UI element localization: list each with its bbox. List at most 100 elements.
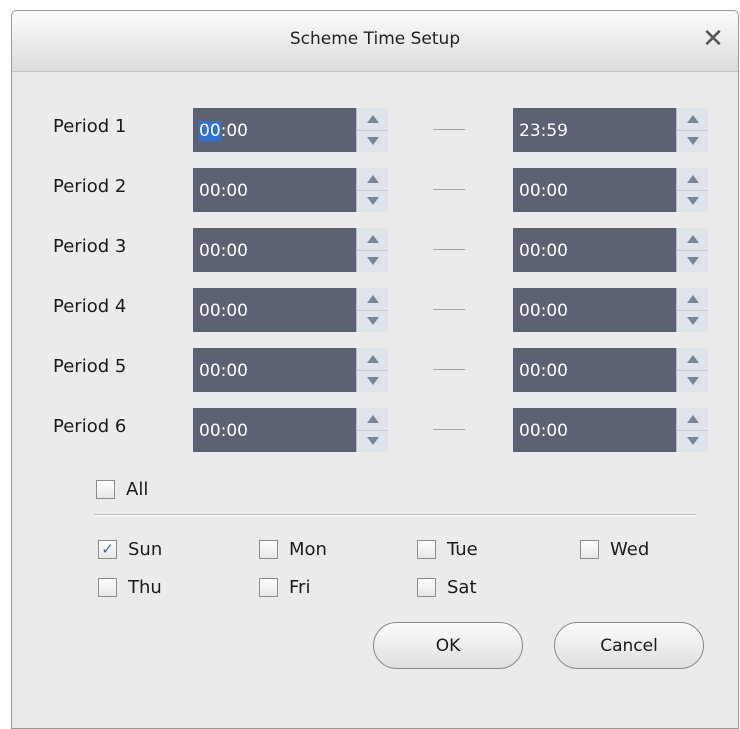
selected-hours: 00: [199, 121, 221, 141]
cancel-button[interactable]: Cancel: [554, 622, 704, 669]
day-checkbox-wed[interactable]: Wed: [580, 537, 649, 561]
checkbox-label: Sun: [128, 538, 163, 560]
down-arrow-icon: [686, 437, 699, 445]
period-1-start-time[interactable]: 00:00: [193, 108, 388, 152]
remaining-minutes: :00: [220, 121, 248, 141]
spin-up-button[interactable]: [677, 228, 708, 251]
down-arrow-icon: [366, 197, 379, 205]
down-arrow-icon: [366, 257, 379, 265]
spin-down-button[interactable]: [677, 430, 708, 452]
time-spinner: [356, 168, 388, 212]
range-separator: [433, 249, 465, 250]
checkmark-icon: ✓: [101, 539, 114, 558]
period-label: Period 6: [53, 416, 127, 437]
checkbox-box[interactable]: [96, 479, 115, 499]
period-3-end-time[interactable]: 00:00: [513, 228, 708, 272]
period-label: Period 1: [53, 116, 127, 137]
day-checkbox-thu[interactable]: Thu: [98, 575, 162, 599]
period-row-6: Period 6 00:00 00:00: [12, 408, 738, 452]
spin-down-button[interactable]: [357, 250, 388, 272]
checkbox-box[interactable]: [259, 539, 278, 559]
end-time-value: 00:00: [519, 421, 568, 441]
down-arrow-icon: [366, 377, 379, 385]
start-time-value: 00:00: [199, 181, 248, 201]
spin-up-button[interactable]: [677, 348, 708, 371]
spin-up-button[interactable]: [677, 108, 708, 131]
checkbox-label: All: [126, 478, 149, 500]
spin-up-button[interactable]: [677, 288, 708, 311]
checkbox-box[interactable]: [417, 539, 436, 559]
period-label: Period 5: [53, 356, 127, 377]
period-4-start-time[interactable]: 00:00: [193, 288, 388, 332]
day-checkbox-sun[interactable]: ✓ Sun: [98, 537, 162, 561]
ok-button[interactable]: OK: [373, 622, 523, 669]
spin-down-button[interactable]: [357, 190, 388, 212]
period-6-end-time[interactable]: 00:00: [513, 408, 708, 452]
range-separator: [433, 129, 465, 130]
up-arrow-icon: [686, 175, 699, 183]
day-checkbox-fri[interactable]: Fri: [259, 575, 310, 599]
period-2-start-time[interactable]: 00:00: [193, 168, 388, 212]
up-arrow-icon: [686, 355, 699, 363]
start-time-value: 00:00: [199, 361, 248, 381]
day-checkbox-tue[interactable]: Tue: [417, 537, 478, 561]
spin-up-button[interactable]: [357, 348, 388, 371]
range-separator: [433, 369, 465, 370]
time-spinner: [356, 228, 388, 272]
checkbox-label: Wed: [610, 538, 650, 560]
period-5-start-time[interactable]: 00:00: [193, 348, 388, 392]
day-checkbox-mon[interactable]: Mon: [259, 537, 327, 561]
spin-down-button[interactable]: [677, 190, 708, 212]
time-spinner: [676, 168, 708, 212]
range-separator: [433, 429, 465, 430]
down-arrow-icon: [366, 317, 379, 325]
spin-up-button[interactable]: [357, 228, 388, 251]
end-time-value: 00:00: [519, 181, 568, 201]
period-row-4: Period 4 00:00 00:00: [12, 288, 738, 332]
all-checkbox[interactable]: All: [96, 477, 148, 501]
title-bar[interactable]: Scheme Time Setup ✕: [12, 11, 738, 72]
close-icon[interactable]: ✕: [698, 24, 728, 54]
checkbox-box[interactable]: [417, 577, 436, 597]
down-arrow-icon: [366, 137, 379, 145]
down-arrow-icon: [686, 137, 699, 145]
spin-down-button[interactable]: [677, 130, 708, 152]
spin-up-button[interactable]: [677, 168, 708, 191]
checkbox-label: Tue: [447, 538, 478, 560]
down-arrow-icon: [686, 317, 699, 325]
spin-up-button[interactable]: [357, 168, 388, 191]
period-6-start-time[interactable]: 00:00: [193, 408, 388, 452]
checkbox-label: Sat: [447, 576, 477, 598]
spin-up-button[interactable]: [357, 108, 388, 131]
spin-up-button[interactable]: [357, 288, 388, 311]
checkbox-box[interactable]: [98, 577, 117, 597]
time-spinner: [356, 408, 388, 452]
spin-up-button[interactable]: [357, 408, 388, 431]
period-5-end-time[interactable]: 00:00: [513, 348, 708, 392]
spin-up-button[interactable]: [677, 408, 708, 431]
up-arrow-icon: [366, 355, 379, 363]
period-1-end-time[interactable]: 23:59: [513, 108, 708, 152]
up-arrow-icon: [366, 235, 379, 243]
spin-down-button[interactable]: [357, 430, 388, 452]
spin-down-button[interactable]: [357, 310, 388, 332]
period-3-start-time[interactable]: 00:00: [193, 228, 388, 272]
checkbox-box[interactable]: [580, 539, 599, 559]
time-spinner: [356, 108, 388, 152]
spin-down-button[interactable]: [677, 370, 708, 392]
checkbox-box[interactable]: [259, 577, 278, 597]
checkbox-box[interactable]: ✓: [98, 539, 117, 559]
spin-down-button[interactable]: [357, 370, 388, 392]
start-time-value: 00:00: [199, 121, 248, 141]
end-time-value: 23:59: [519, 121, 568, 141]
spin-down-button[interactable]: [677, 310, 708, 332]
scheme-time-setup-dialog: Scheme Time Setup ✕ Period 1 00:00 23:59…: [11, 10, 739, 729]
end-time-value: 00:00: [519, 241, 568, 261]
day-checkbox-sat[interactable]: Sat: [417, 575, 477, 599]
up-arrow-icon: [366, 415, 379, 423]
period-2-end-time[interactable]: 00:00: [513, 168, 708, 212]
time-spinner: [356, 348, 388, 392]
spin-down-button[interactable]: [677, 250, 708, 272]
period-4-end-time[interactable]: 00:00: [513, 288, 708, 332]
spin-down-button[interactable]: [357, 130, 388, 152]
